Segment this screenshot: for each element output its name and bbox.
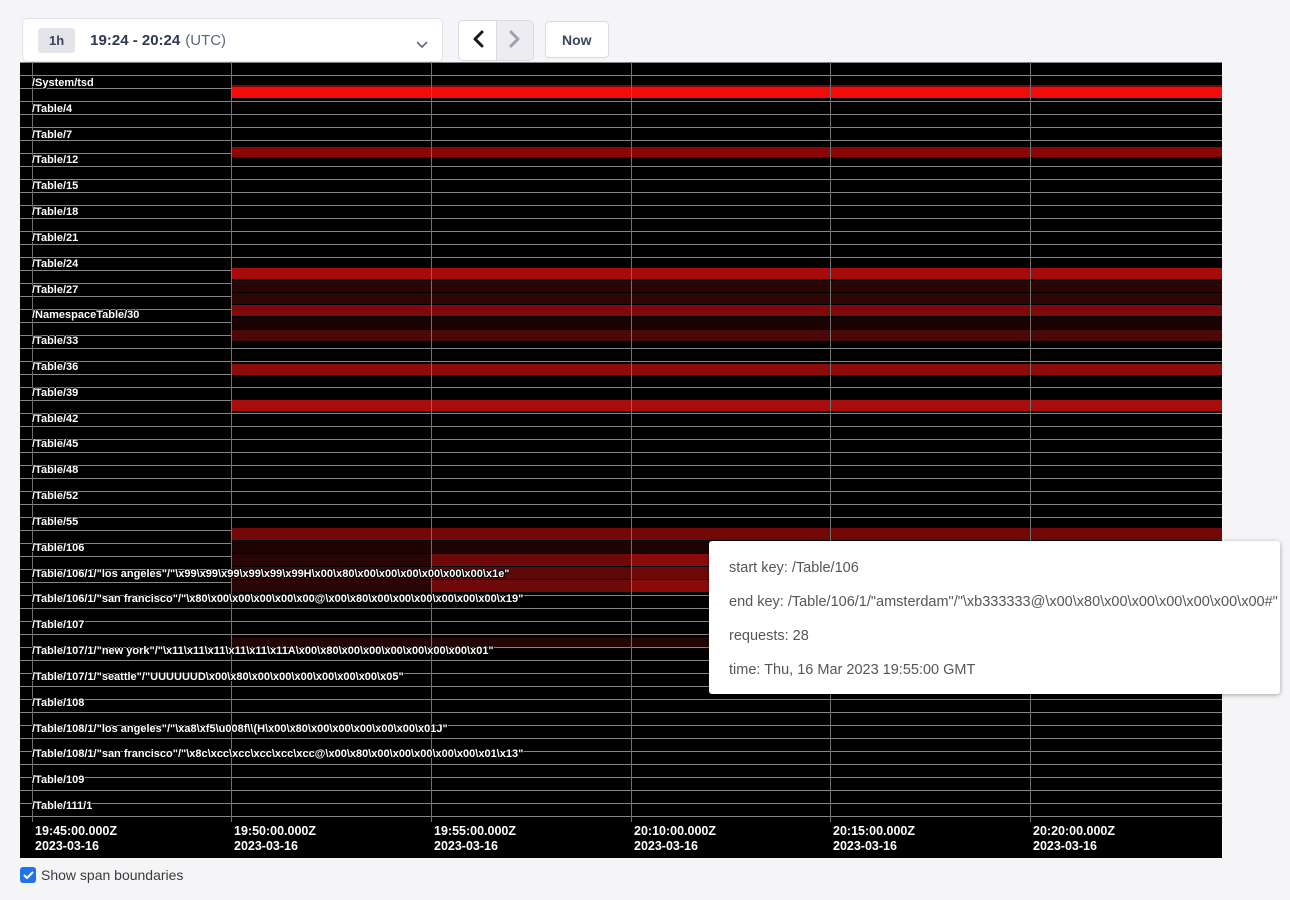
key-span-label: /Table/39 (32, 387, 78, 401)
heat-band (232, 281, 1222, 292)
key-span-label: /Table/106 (32, 542, 84, 556)
key-span-label: /Table/15 (32, 180, 78, 194)
time-axis-date: 2023-03-16 (35, 839, 117, 854)
heat-band (232, 400, 1222, 411)
key-span-label: /Table/48 (32, 464, 78, 478)
time-range-text: 19:24 - 20:24 (90, 32, 180, 49)
heat-band (232, 528, 1222, 540)
heat-band (431, 554, 631, 566)
footer-controls: Show span boundaries (20, 867, 183, 883)
heat-band (232, 268, 1222, 279)
tooltip-time: time: Thu, 16 Mar 2023 19:55:00 GMT (729, 653, 1260, 687)
key-span-label: /Table/12 (32, 154, 78, 168)
key-span-label: /Table/7 (32, 129, 72, 143)
key-span-label: /Table/18 (32, 206, 78, 220)
time-gridline (1030, 62, 1031, 822)
heat-band (232, 293, 1222, 304)
time-axis-date: 2023-03-16 (833, 839, 915, 854)
time-gridline (431, 62, 432, 822)
key-span-label: /Table/36 (32, 361, 78, 375)
chevron-right-icon (509, 30, 521, 51)
time-axis-time: 20:20:00.000Z (1033, 823, 1115, 839)
time-axis-date: 2023-03-16 (1033, 839, 1115, 854)
time-axis-time: 19:50:00.000Z (234, 823, 316, 839)
key-span-label: /Table/108 (32, 697, 84, 711)
time-axis-label: 20:15:00.000Z2023-03-16 (833, 823, 915, 854)
heat-band (232, 364, 1222, 375)
key-span-label: /Table/106/1/"los angeles"/"\x99\x99\x99… (32, 568, 510, 582)
heat-band (232, 305, 1222, 316)
heat-band (232, 147, 1222, 157)
tooltip-start-key: start key: /Table/106 (729, 551, 1260, 585)
heat-band (232, 330, 1222, 341)
time-axis-label: 19:50:00.000Z2023-03-16 (234, 823, 316, 854)
next-interval-button[interactable] (496, 21, 533, 60)
time-axis-date: 2023-03-16 (234, 839, 316, 854)
time-axis-date: 2023-03-16 (434, 839, 516, 854)
key-span-label: /Table/55 (32, 516, 78, 530)
span-boundary-lines (20, 62, 1222, 817)
time-gridline (631, 62, 632, 822)
time-range-selector[interactable]: 1h 19:24 - 20:24 (UTC) (22, 18, 443, 62)
chevron-left-icon (472, 30, 484, 51)
key-span-label: /Table/106/1/"san francisco"/"\x80\x00\x… (32, 593, 523, 607)
heat-band (232, 554, 431, 566)
tooltip-requests: requests: 28 (729, 619, 1260, 653)
time-axis-time: 19:45:00.000Z (35, 823, 117, 839)
key-span-label: /Table/24 (32, 258, 78, 272)
key-span-label: /Table/33 (32, 335, 78, 349)
key-span-label: /Table/107 (32, 619, 84, 633)
key-span-label: /Table/107/1/"new york"/"\x11\x11\x11\x1… (32, 645, 494, 659)
show-span-boundaries-checkbox[interactable] (20, 867, 36, 883)
heat-band (232, 87, 1222, 98)
key-span-label: /NamespaceTable/30 (32, 309, 139, 323)
key-span-label: /Table/108/1/"san francisco"/"\x8c\xcc\x… (32, 748, 523, 762)
time-axis-time: 20:10:00.000Z (634, 823, 716, 839)
timezone-text: (UTC) (185, 32, 226, 49)
chevron-down-icon (416, 36, 428, 54)
tooltip-end-key: end key: /Table/106/1/"amsterdam"/"\xb33… (729, 585, 1260, 619)
key-span-label: /Table/107/1/"seattle"/"UUUUUUD\x00\x80\… (32, 671, 404, 685)
toolbar: 1h 19:24 - 20:24 (UTC) Now (0, 0, 1290, 62)
time-gridline (830, 62, 831, 822)
time-axis-label: 20:20:00.000Z2023-03-16 (1033, 823, 1115, 854)
time-axis-label: 19:45:00.000Z2023-03-16 (35, 823, 117, 854)
key-span-label: /System/tsd (32, 77, 94, 91)
key-span-label: /Table/109 (32, 774, 84, 788)
time-axis-date: 2023-03-16 (634, 839, 716, 854)
now-button[interactable]: Now (545, 21, 609, 58)
time-axis-time: 20:15:00.000Z (833, 823, 915, 839)
key-span-label: /Table/21 (32, 232, 78, 246)
time-preset-badge: 1h (38, 28, 75, 53)
key-span-label: /Table/45 (32, 438, 78, 452)
time-axis-label: 19:55:00.000Z2023-03-16 (434, 823, 516, 854)
time-axis-time: 19:55:00.000Z (434, 823, 516, 839)
time-nav-group (458, 20, 534, 61)
key-span-label: /Table/27 (32, 284, 78, 298)
sample-tooltip: start key: /Table/106 end key: /Table/10… (709, 541, 1280, 694)
key-span-label: /Table/111/1 (32, 800, 92, 814)
key-span-label: /Table/4 (32, 103, 72, 117)
key-span-label: /Table/108/1/"los angeles"/"\xa8\xf5\u00… (32, 723, 448, 737)
key-span-label: /Table/42 (32, 413, 78, 427)
key-visualizer-canvas[interactable]: /System/tsd/Table/4/Table/7/Table/12/Tab… (20, 62, 1222, 858)
heat-band (232, 318, 1222, 329)
show-span-boundaries-label: Show span boundaries (41, 867, 183, 883)
time-gridline (231, 62, 232, 822)
key-span-label: /Table/52 (32, 490, 78, 504)
prev-interval-button[interactable] (459, 21, 496, 60)
time-axis-label: 20:10:00.000Z2023-03-16 (634, 823, 716, 854)
